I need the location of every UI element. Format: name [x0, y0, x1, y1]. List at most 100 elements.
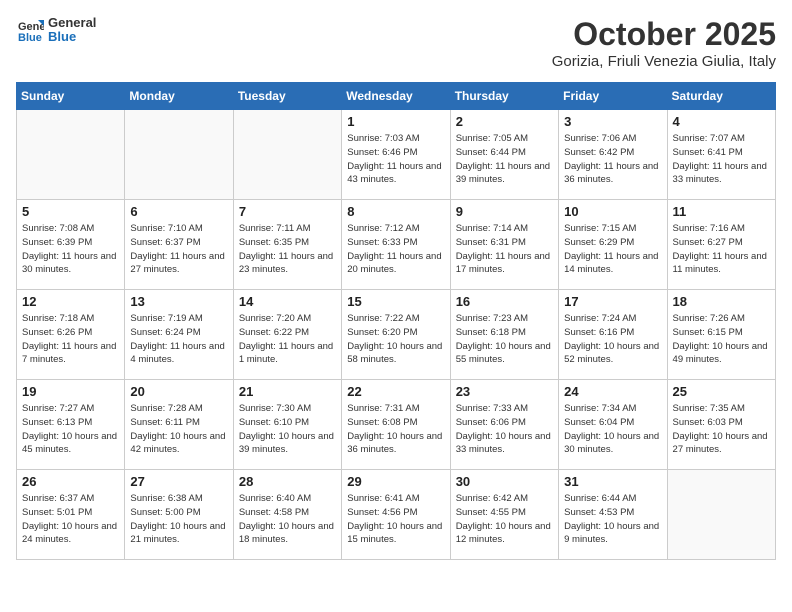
- day-info: Sunrise: 7:05 AMSunset: 6:44 PMDaylight:…: [456, 132, 553, 187]
- calendar-cell: 17Sunrise: 7:24 AMSunset: 6:16 PMDayligh…: [559, 290, 667, 380]
- calendar-cell: 4Sunrise: 7:07 AMSunset: 6:41 PMDaylight…: [667, 110, 775, 200]
- day-info: Sunrise: 7:31 AMSunset: 6:08 PMDaylight:…: [347, 402, 444, 457]
- day-number: 8: [347, 204, 444, 219]
- day-info: Sunrise: 6:40 AMSunset: 4:58 PMDaylight:…: [239, 492, 336, 547]
- calendar-week-5: 26 Sunrise: 6:37 AMSunset: 5:01 PMDayligh…: [17, 470, 776, 560]
- col-header-wednesday: Wednesday: [342, 83, 450, 110]
- col-header-friday: Friday: [559, 83, 667, 110]
- day-info: Sunrise: 7:35 AMSunset: 6:03 PMDaylight:…: [673, 402, 770, 457]
- day-info: Sunrise: 7:12 AMSunset: 6:33 PMDaylight:…: [347, 222, 444, 277]
- calendar-cell: 9 Sunrise: 7:14 AMSunset: 6:31 PMDaylight…: [450, 200, 558, 290]
- day-info: Sunrise: 7:11 AMSunset: 6:35 PMDaylight:…: [239, 222, 336, 277]
- logo-general: General: [48, 16, 96, 30]
- day-number: 14: [239, 294, 336, 309]
- calendar-cell: 25 Sunrise: 7:35 AMSunset: 6:03 PMDayligh…: [667, 380, 775, 470]
- calendar-week-1: 1 Sunrise: 7:03 AMSunset: 6:46 PMDaylight…: [17, 110, 776, 200]
- day-number: 4: [673, 114, 770, 129]
- day-number: 2: [456, 114, 553, 129]
- day-number: 17: [564, 294, 661, 309]
- day-info: Sunrise: 7:30 AMSunset: 6:10 PMDaylight:…: [239, 402, 336, 457]
- day-info: Sunrise: 6:42 AMSunset: 4:55 PMDaylight:…: [456, 492, 553, 547]
- svg-text:Blue: Blue: [18, 32, 42, 44]
- calendar-cell: 29 Sunrise: 6:41 AMSunset: 4:56 PMDayligh…: [342, 470, 450, 560]
- day-info: Sunrise: 7:19 AMSunset: 6:24 PMDaylight:…: [130, 312, 227, 367]
- day-info: Sunrise: 7:03 AMSunset: 6:46 PMDaylight:…: [347, 132, 444, 187]
- day-number: 16: [456, 294, 553, 309]
- calendar-table: SundayMondayTuesdayWednesdayThursdayFrid…: [16, 82, 776, 560]
- calendar-cell: 12Sunrise: 7:18 AMSunset: 6:26 PMDayligh…: [17, 290, 125, 380]
- day-info: Sunrise: 7:08 AMSunset: 6:39 PMDaylight:…: [22, 222, 119, 277]
- calendar-cell: 21 Sunrise: 7:30 AMSunset: 6:10 PMDayligh…: [233, 380, 341, 470]
- location-title: Gorizia, Friuli Venezia Giulia, Italy: [552, 53, 776, 70]
- calendar-cell: 2 Sunrise: 7:05 AMSunset: 6:44 PMDaylight…: [450, 110, 558, 200]
- calendar-cell: 7Sunrise: 7:11 AMSunset: 6:35 PMDaylight…: [233, 200, 341, 290]
- calendar-cell: 8 Sunrise: 7:12 AMSunset: 6:33 PMDaylight…: [342, 200, 450, 290]
- day-number: 1: [347, 114, 444, 129]
- calendar-week-3: 12Sunrise: 7:18 AMSunset: 6:26 PMDayligh…: [17, 290, 776, 380]
- title-block: October 2025 Gorizia, Friuli Venezia Giu…: [552, 16, 776, 70]
- day-info: Sunrise: 6:41 AMSunset: 4:56 PMDaylight:…: [347, 492, 444, 547]
- calendar-header-row: SundayMondayTuesdayWednesdayThursdayFrid…: [17, 83, 776, 110]
- logo-icon: General Blue: [16, 16, 44, 44]
- day-info: Sunrise: 6:37 AMSunset: 5:01 PMDaylight:…: [22, 492, 119, 547]
- day-number: 19: [22, 384, 119, 399]
- day-number: 30: [456, 474, 553, 489]
- day-info: Sunrise: 7:06 AMSunset: 6:42 PMDaylight:…: [564, 132, 661, 187]
- day-number: 20: [130, 384, 227, 399]
- calendar-cell: 26 Sunrise: 6:37 AMSunset: 5:01 PMDayligh…: [17, 470, 125, 560]
- calendar-cell: 3 Sunrise: 7:06 AMSunset: 6:42 PMDaylight…: [559, 110, 667, 200]
- calendar-cell: [667, 470, 775, 560]
- calendar-cell: [233, 110, 341, 200]
- calendar-week-2: 5 Sunrise: 7:08 AMSunset: 6:39 PMDaylight…: [17, 200, 776, 290]
- calendar-cell: 11Sunrise: 7:16 AMSunset: 6:27 PMDayligh…: [667, 200, 775, 290]
- day-number: 10: [564, 204, 661, 219]
- day-number: 9: [456, 204, 553, 219]
- calendar-cell: 10 Sunrise: 7:15 AMSunset: 6:29 PMDayligh…: [559, 200, 667, 290]
- calendar-cell: 27 Sunrise: 6:38 AMSunset: 5:00 PMDayligh…: [125, 470, 233, 560]
- day-info: Sunrise: 7:26 AMSunset: 6:15 PMDaylight:…: [673, 312, 770, 367]
- day-number: 29: [347, 474, 444, 489]
- calendar-cell: 5 Sunrise: 7:08 AMSunset: 6:39 PMDaylight…: [17, 200, 125, 290]
- day-number: 21: [239, 384, 336, 399]
- day-number: 3: [564, 114, 661, 129]
- calendar-cell: 14 Sunrise: 7:20 AMSunset: 6:22 PMDayligh…: [233, 290, 341, 380]
- calendar-cell: 16Sunrise: 7:23 AMSunset: 6:18 PMDayligh…: [450, 290, 558, 380]
- day-info: Sunrise: 7:22 AMSunset: 6:20 PMDaylight:…: [347, 312, 444, 367]
- calendar-cell: 22 Sunrise: 7:31 AMSunset: 6:08 PMDayligh…: [342, 380, 450, 470]
- day-number: 24: [564, 384, 661, 399]
- day-number: 22: [347, 384, 444, 399]
- day-info: Sunrise: 7:34 AMSunset: 6:04 PMDaylight:…: [564, 402, 661, 457]
- col-header-tuesday: Tuesday: [233, 83, 341, 110]
- calendar-cell: 18 Sunrise: 7:26 AMSunset: 6:15 PMDayligh…: [667, 290, 775, 380]
- logo-blue: Blue: [48, 30, 96, 44]
- day-number: 5: [22, 204, 119, 219]
- day-number: 28: [239, 474, 336, 489]
- day-info: Sunrise: 6:44 AMSunset: 4:53 PMDaylight:…: [564, 492, 661, 547]
- day-info: Sunrise: 6:38 AMSunset: 5:00 PMDaylight:…: [130, 492, 227, 547]
- day-number: 31: [564, 474, 661, 489]
- col-header-monday: Monday: [125, 83, 233, 110]
- day-info: Sunrise: 7:20 AMSunset: 6:22 PMDaylight:…: [239, 312, 336, 367]
- calendar-cell: 15 Sunrise: 7:22 AMSunset: 6:20 PMDayligh…: [342, 290, 450, 380]
- calendar-cell: 23Sunrise: 7:33 AMSunset: 6:06 PMDayligh…: [450, 380, 558, 470]
- calendar-cell: 30 Sunrise: 6:42 AMSunset: 4:55 PMDayligh…: [450, 470, 558, 560]
- calendar-cell: 24 Sunrise: 7:34 AMSunset: 6:04 PMDayligh…: [559, 380, 667, 470]
- day-number: 12: [22, 294, 119, 309]
- day-number: 15: [347, 294, 444, 309]
- day-number: 6: [130, 204, 227, 219]
- day-number: 13: [130, 294, 227, 309]
- day-number: 18: [673, 294, 770, 309]
- calendar-cell: 19Sunrise: 7:27 AMSunset: 6:13 PMDayligh…: [17, 380, 125, 470]
- day-number: 27: [130, 474, 227, 489]
- day-number: 25: [673, 384, 770, 399]
- page-header: General Blue General Blue October 2025 G…: [16, 16, 776, 70]
- day-number: 26: [22, 474, 119, 489]
- day-info: Sunrise: 7:33 AMSunset: 6:06 PMDaylight:…: [456, 402, 553, 457]
- logo: General Blue General Blue: [16, 16, 96, 45]
- day-info: Sunrise: 7:15 AMSunset: 6:29 PMDaylight:…: [564, 222, 661, 277]
- day-info: Sunrise: 7:14 AMSunset: 6:31 PMDaylight:…: [456, 222, 553, 277]
- day-number: 11: [673, 204, 770, 219]
- col-header-saturday: Saturday: [667, 83, 775, 110]
- calendar-cell: 20Sunrise: 7:28 AMSunset: 6:11 PMDayligh…: [125, 380, 233, 470]
- calendar-cell: 13 Sunrise: 7:19 AMSunset: 6:24 PMDayligh…: [125, 290, 233, 380]
